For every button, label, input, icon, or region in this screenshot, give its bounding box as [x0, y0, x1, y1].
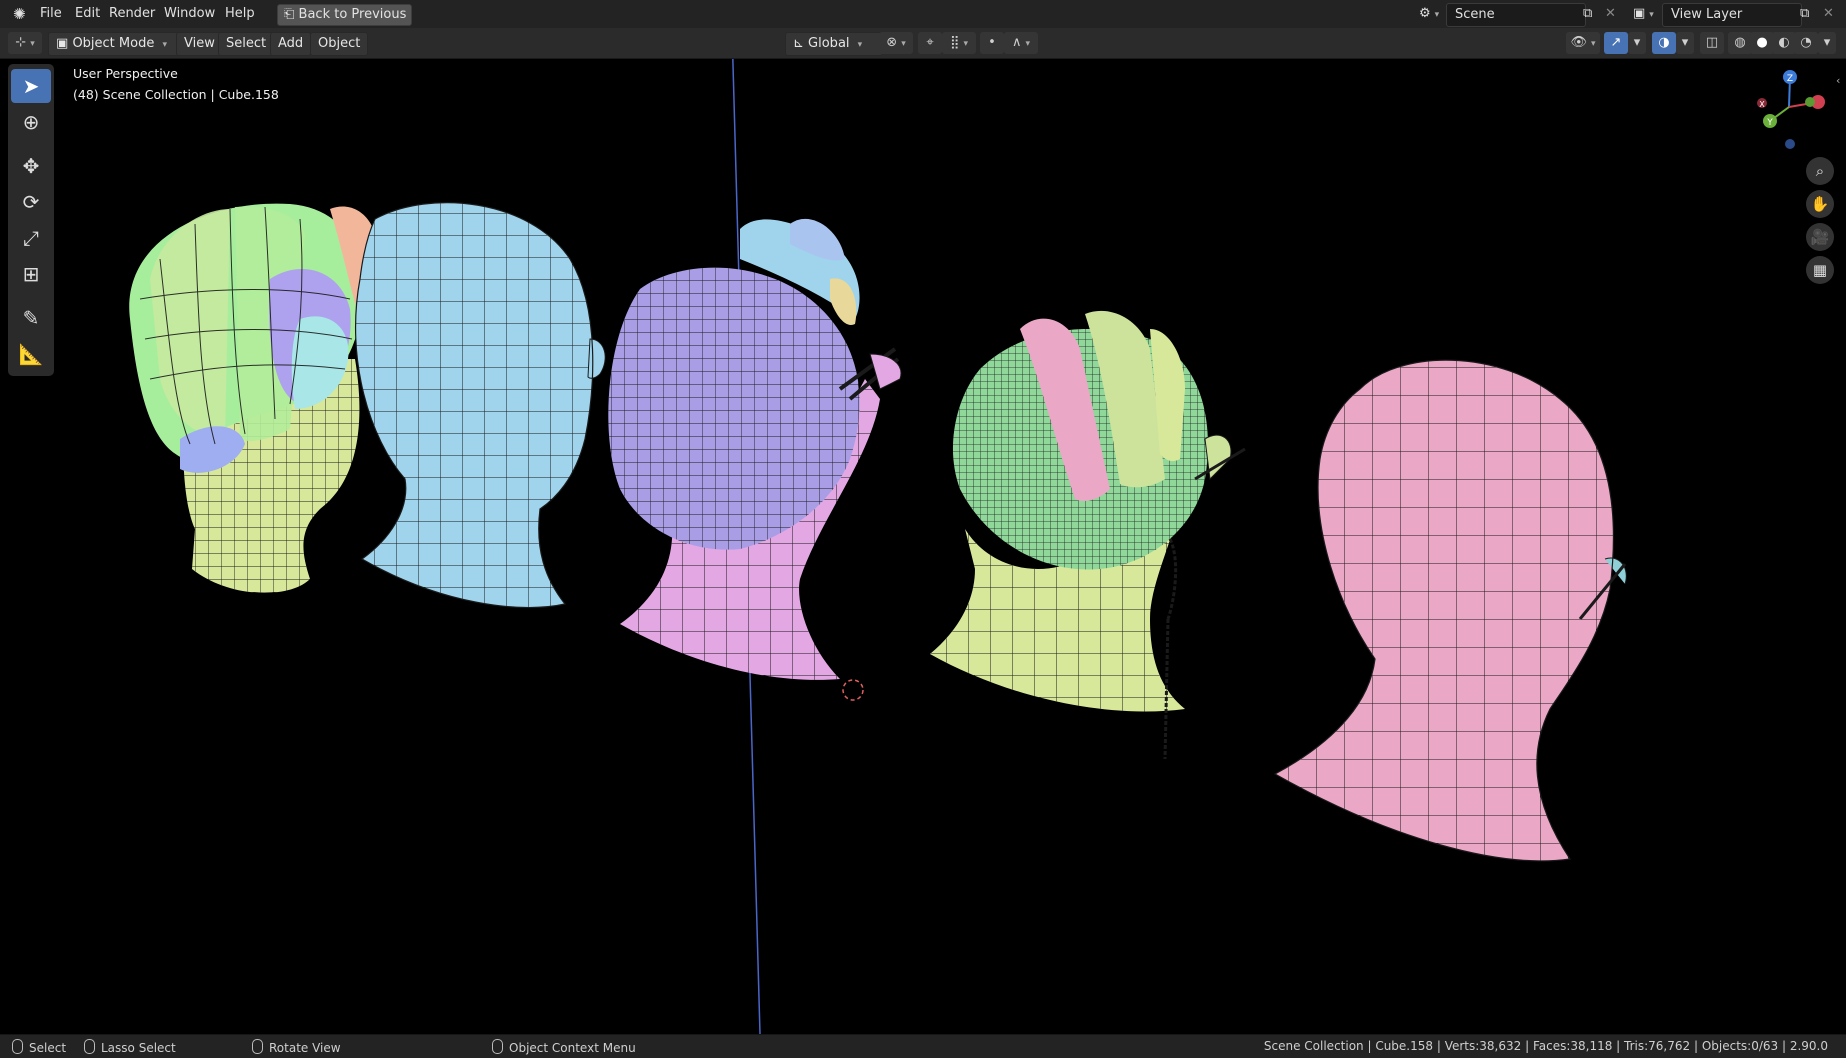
move-tool-icon[interactable]: ✥ [11, 149, 51, 183]
editor-type-icon[interactable]: ⊹ ▾ [8, 32, 42, 54]
menu-render[interactable]: Render [104, 4, 160, 24]
close-view-layer-icon[interactable]: ✕ [1818, 4, 1839, 24]
camera-view-icon[interactable]: 🎥 [1806, 223, 1834, 251]
view-layer-field[interactable]: View Layer [1662, 3, 1802, 27]
viewport-header: ⊹ ▾ ▣ Object Mode ▾ View Select Add Objec… [0, 28, 1846, 59]
scale-tool-icon[interactable]: ⤢ [11, 221, 51, 255]
falloff-icon[interactable]: ∧ ▾ [1004, 32, 1038, 54]
sidebar-toggle-icon[interactable]: ‹ [1836, 74, 1840, 87]
svg-text:Z: Z [1787, 74, 1793, 84]
status-bar: Select Lasso Select Rotate View Object C… [0, 1034, 1846, 1058]
solid-shading-icon[interactable]: ● [1750, 32, 1774, 54]
mouse-drag-icon [84, 1039, 95, 1054]
status-select: Select [12, 1039, 66, 1056]
transform-tool-icon[interactable]: ⊞ [11, 257, 51, 291]
3d-cursor-icon [842, 679, 864, 701]
head-4-mesh[interactable] [930, 310, 1246, 760]
mouse-left-icon [12, 1039, 23, 1054]
collection-label: (48) Scene Collection | Cube.158 [73, 87, 279, 102]
scene-statistics: Scene Collection | Cube.158 | Verts:38,6… [1263, 1039, 1828, 1053]
gizmo-toggle-icon[interactable]: ↗ [1604, 32, 1628, 54]
svg-text:X: X [1759, 100, 1765, 109]
overlay-toggle-icon[interactable]: ◑ [1652, 32, 1676, 54]
head-1-mesh[interactable] [129, 203, 379, 593]
back-to-previous-label: Back to Previous [298, 7, 407, 22]
select-tool-icon[interactable]: ➤ [11, 69, 51, 103]
status-context: Object Context Menu [492, 1039, 636, 1056]
orthographic-toggle-icon[interactable]: ▦ [1806, 256, 1834, 284]
wireframe-shading-icon[interactable]: ◍ [1728, 32, 1752, 54]
pivot-point-icon[interactable]: ⊗ ▾ [879, 32, 913, 54]
status-lasso: Lasso Select [84, 1039, 176, 1056]
add-menu[interactable]: Add [270, 32, 312, 56]
chevron-down-icon: ▾ [162, 40, 168, 50]
menu-edit[interactable]: Edit [70, 4, 105, 24]
view-layer-browse-icon[interactable]: ▣ ▾ [1628, 4, 1659, 24]
scene-field[interactable]: Scene [1446, 3, 1586, 27]
rendered-shading-icon[interactable]: ◔ [1794, 32, 1818, 54]
viewport-3d[interactable]: Z Y X [0, 59, 1846, 1034]
xray-toggle-icon[interactable]: ◫ [1700, 32, 1724, 54]
gizmo-options-icon[interactable]: ▾ [1628, 32, 1646, 54]
snap-toggle-icon[interactable]: ⌖ [918, 32, 942, 54]
orientation-label: Global [808, 36, 850, 51]
chevron-down-icon: ▾ [857, 40, 863, 50]
transform-orientation-dropdown[interactable]: ⊾ Global ▾ [785, 32, 883, 56]
mouse-right-icon [492, 1039, 503, 1054]
object-menu[interactable]: Object [310, 32, 369, 56]
perspective-label: User Perspective [73, 66, 178, 81]
object-mode-icon: ▣ [56, 36, 69, 51]
blender-logo-icon[interactable]: ✺ [8, 4, 31, 24]
tool-shelf: ➤ ⊕ ✥ ⟳ ⤢ ⊞ ✎ 📐 [8, 64, 54, 376]
menu-window[interactable]: Window [159, 4, 220, 24]
navigation-gizmo[interactable]: Z Y X [1757, 70, 1825, 149]
pan-hand-icon[interactable]: ✋ [1806, 190, 1834, 218]
rotate-tool-icon[interactable]: ⟳ [11, 185, 51, 219]
head-3-mesh[interactable] [608, 218, 902, 701]
visibility-icon[interactable]: 👁 ▾ [1566, 32, 1600, 54]
cursor-tool-icon[interactable]: ⊕ [11, 105, 51, 139]
mode-dropdown[interactable]: ▣ Object Mode ▾ [48, 32, 182, 56]
shading-options-icon[interactable]: ▾ [1818, 32, 1836, 54]
top-bar: ✺ File Edit Render Window Help ⎗ Back to… [0, 0, 1846, 29]
mode-label: Object Mode [72, 36, 155, 51]
orientation-icon: ⊾ [793, 36, 804, 51]
snap-target-icon[interactable]: ⣿ ▾ [942, 32, 976, 54]
select-menu[interactable]: Select [218, 32, 275, 56]
material-shading-icon[interactable]: ◐ [1772, 32, 1796, 54]
proportional-edit-icon[interactable]: • [980, 32, 1004, 54]
svg-text:Y: Y [1766, 118, 1773, 128]
back-icon: ⎗ [284, 7, 295, 22]
new-scene-icon[interactable]: ⧉ [1578, 4, 1597, 24]
zoom-icon[interactable]: ⌕ [1806, 157, 1834, 185]
measure-tool-icon[interactable]: 📐 [11, 337, 51, 371]
close-scene-icon[interactable]: ✕ [1600, 4, 1621, 24]
overlay-options-icon[interactable]: ▾ [1676, 32, 1694, 54]
annotate-tool-icon[interactable]: ✎ [11, 301, 51, 335]
head-2-mesh[interactable] [354, 202, 606, 609]
mouse-middle-icon [252, 1039, 263, 1054]
view-menu[interactable]: View [176, 32, 223, 56]
head-5-mesh[interactable] [1273, 359, 1627, 862]
menu-file[interactable]: File [35, 4, 67, 24]
status-rotate: Rotate View [252, 1039, 341, 1056]
new-view-layer-icon[interactable]: ⧉ [1795, 4, 1814, 24]
back-to-previous-button[interactable]: ⎗ Back to Previous [277, 4, 413, 26]
menu-help[interactable]: Help [220, 4, 260, 24]
scene-browse-icon[interactable]: ⚙ ▾ [1414, 4, 1444, 24]
